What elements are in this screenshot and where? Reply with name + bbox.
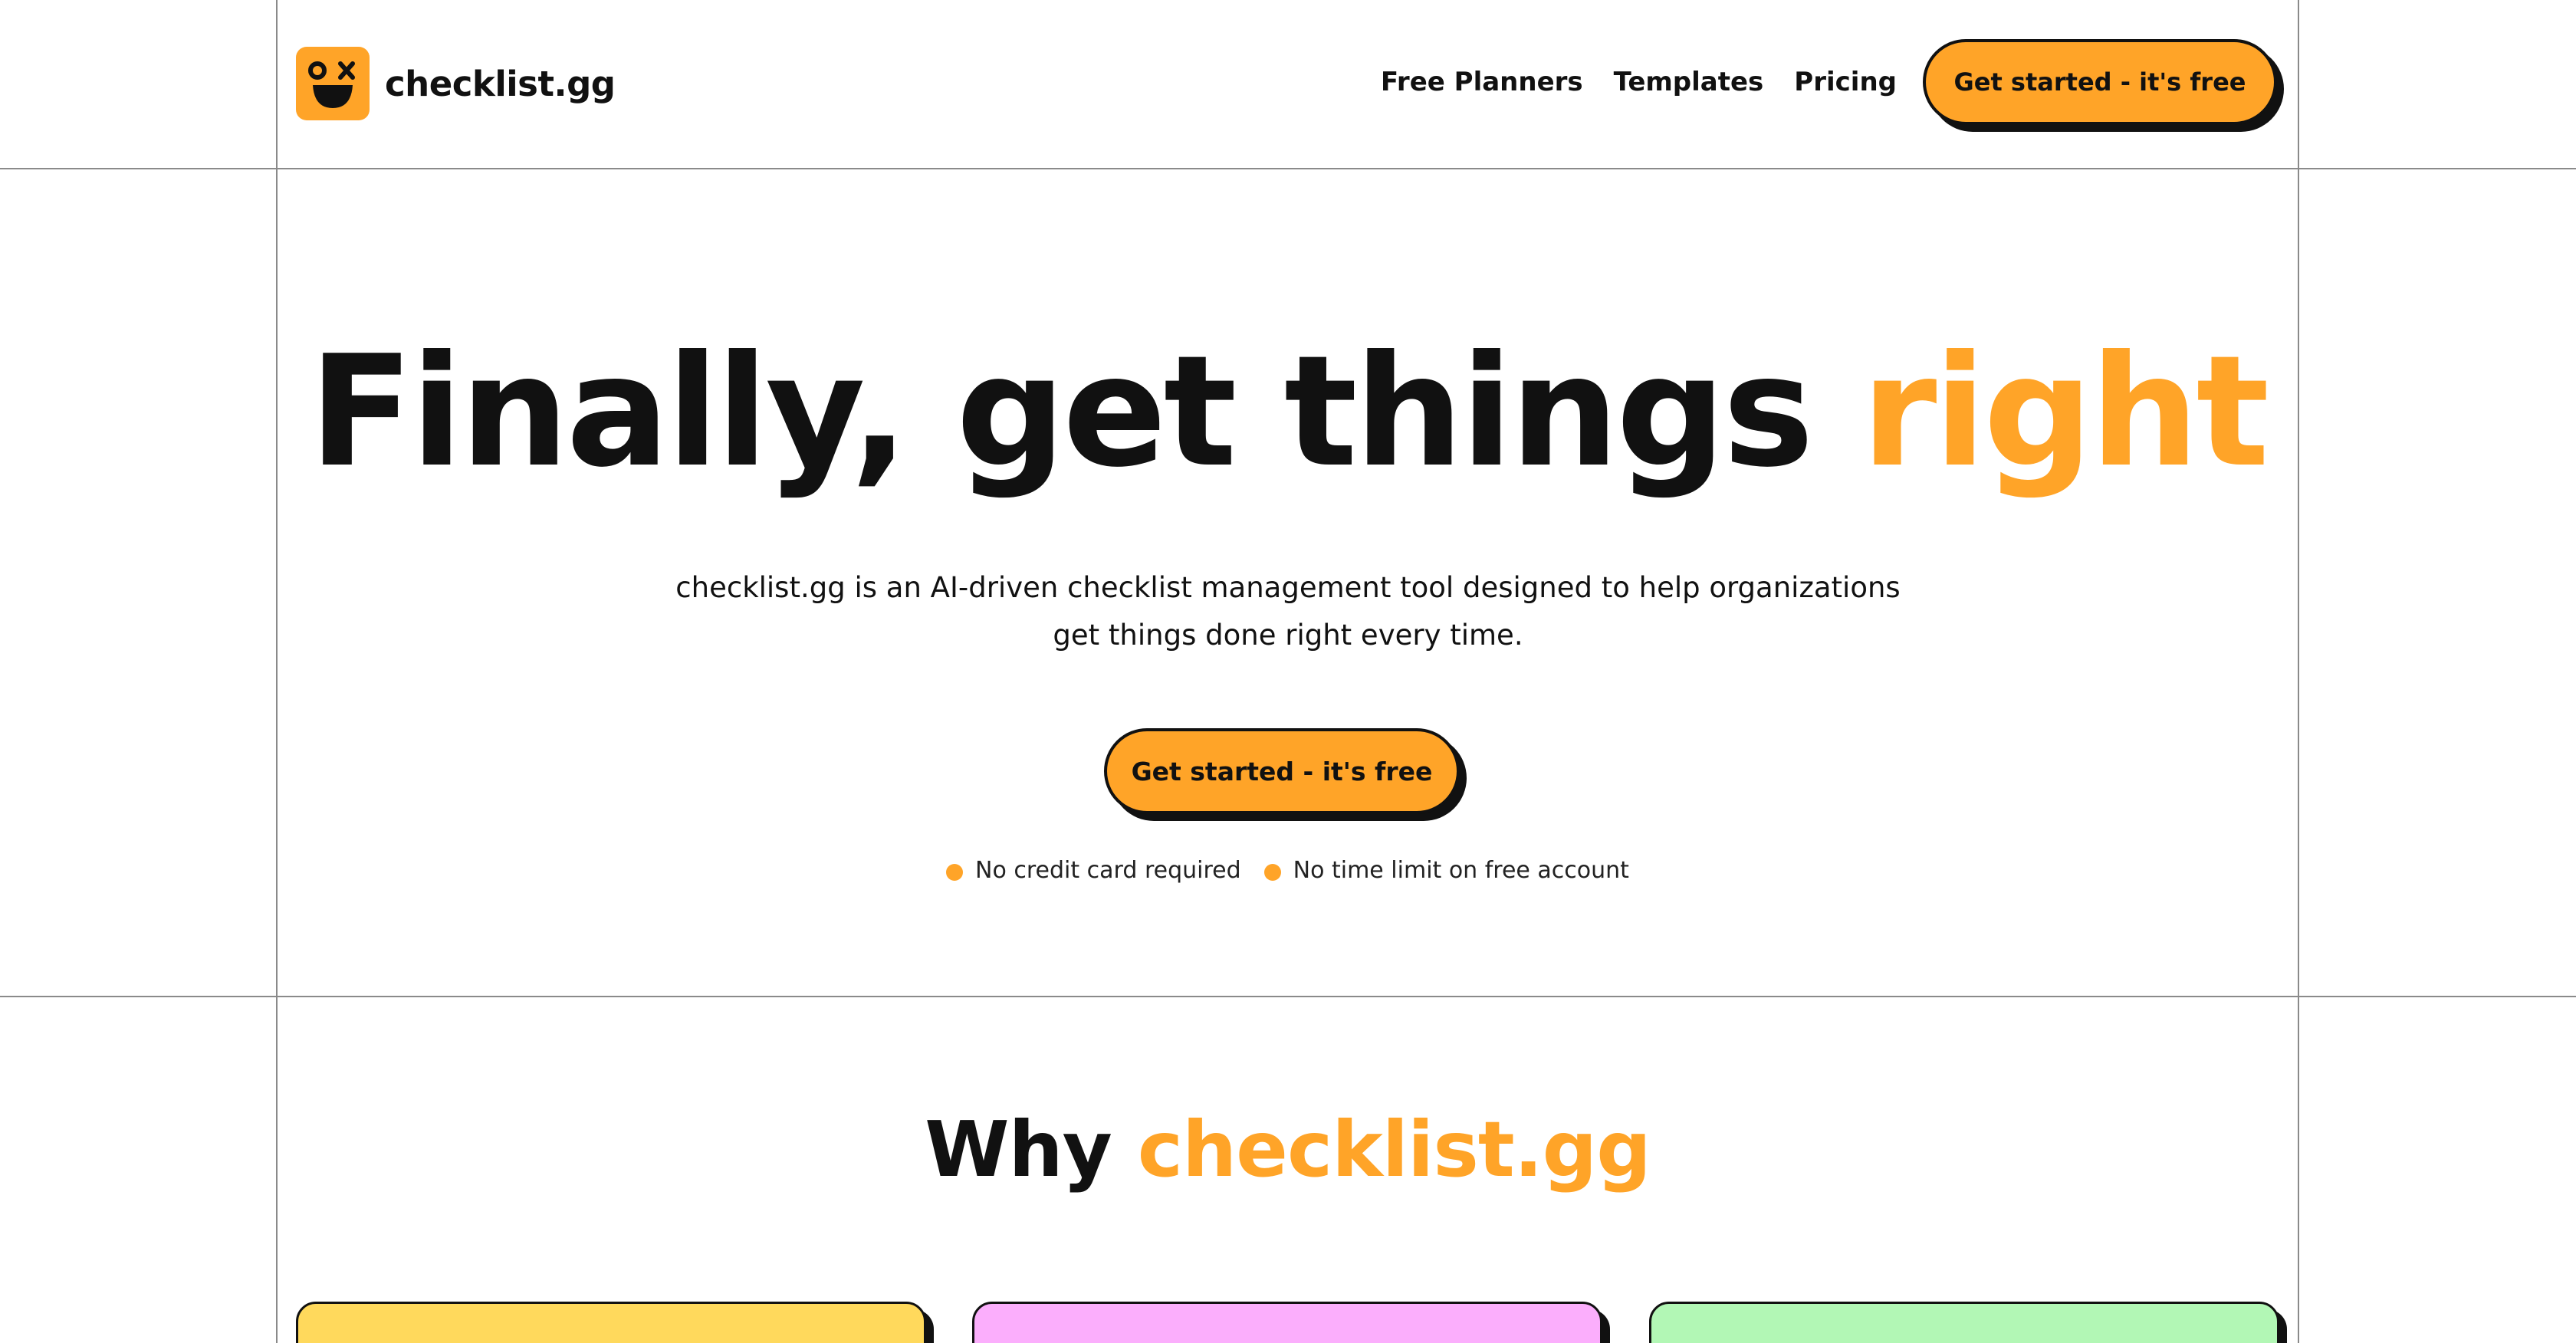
feature-card-green xyxy=(1649,1302,2287,1343)
hero-get-started-button[interactable]: Get started - it's free xyxy=(1104,728,1467,821)
feature-card-yellow xyxy=(296,1302,934,1343)
perk-item: No credit card required xyxy=(946,857,1241,884)
brand-name: checklist.gg xyxy=(385,63,616,104)
perk-label: No credit card required xyxy=(975,857,1241,884)
why-title-accent: checklist.gg xyxy=(1137,1105,1651,1194)
feature-card-pink xyxy=(972,1302,1610,1343)
hero-get-started-label: Get started - it's free xyxy=(1104,728,1460,814)
grid-line-right xyxy=(2298,0,2299,1343)
hero-title-accent: right xyxy=(1861,323,2269,501)
header-divider xyxy=(0,168,2576,169)
hero-divider xyxy=(0,996,2576,997)
main-nav: Free Planners Templates Pricing Get star… xyxy=(1381,39,2284,132)
hero-title: Finally, get things right xyxy=(278,320,2298,504)
header-get-started-button[interactable]: Get started - it's free xyxy=(1923,39,2284,132)
hero-subtitle-line-2: get things done right every time. xyxy=(1053,619,1523,652)
hero-subtitle-line-1: checklist.gg is an AI-driven checklist m… xyxy=(675,571,1901,604)
hero-title-main: Finally, get things xyxy=(308,323,1861,501)
perks-list: No credit card required No time limit on… xyxy=(278,857,2298,884)
nav-link-free-planners[interactable]: Free Planners xyxy=(1381,67,1583,97)
bullet-dot-icon xyxy=(946,863,967,884)
card-face xyxy=(972,1302,1602,1343)
why-section-title: Why checklist.gg xyxy=(278,1104,2298,1196)
header-get-started-label: Get started - it's free xyxy=(1923,39,2277,125)
smiley-wink-icon xyxy=(296,47,370,120)
brand-logo-link[interactable]: checklist.gg xyxy=(296,47,616,120)
nav-link-templates[interactable]: Templates xyxy=(1614,67,1764,97)
card-face xyxy=(296,1302,926,1343)
perk-item: No time limit on free account xyxy=(1263,857,1629,884)
nav-link-pricing[interactable]: Pricing xyxy=(1794,67,1897,97)
hero-subtitle: checklist.gg is an AI-driven checklist m… xyxy=(661,564,1915,659)
site-header: checklist.gg Free Planners Templates Pri… xyxy=(278,0,2298,168)
perk-label: No time limit on free account xyxy=(1293,857,1629,884)
bullet-dot-icon xyxy=(1263,863,1284,884)
card-face xyxy=(1649,1302,2279,1343)
why-title-main: Why xyxy=(925,1105,1138,1194)
